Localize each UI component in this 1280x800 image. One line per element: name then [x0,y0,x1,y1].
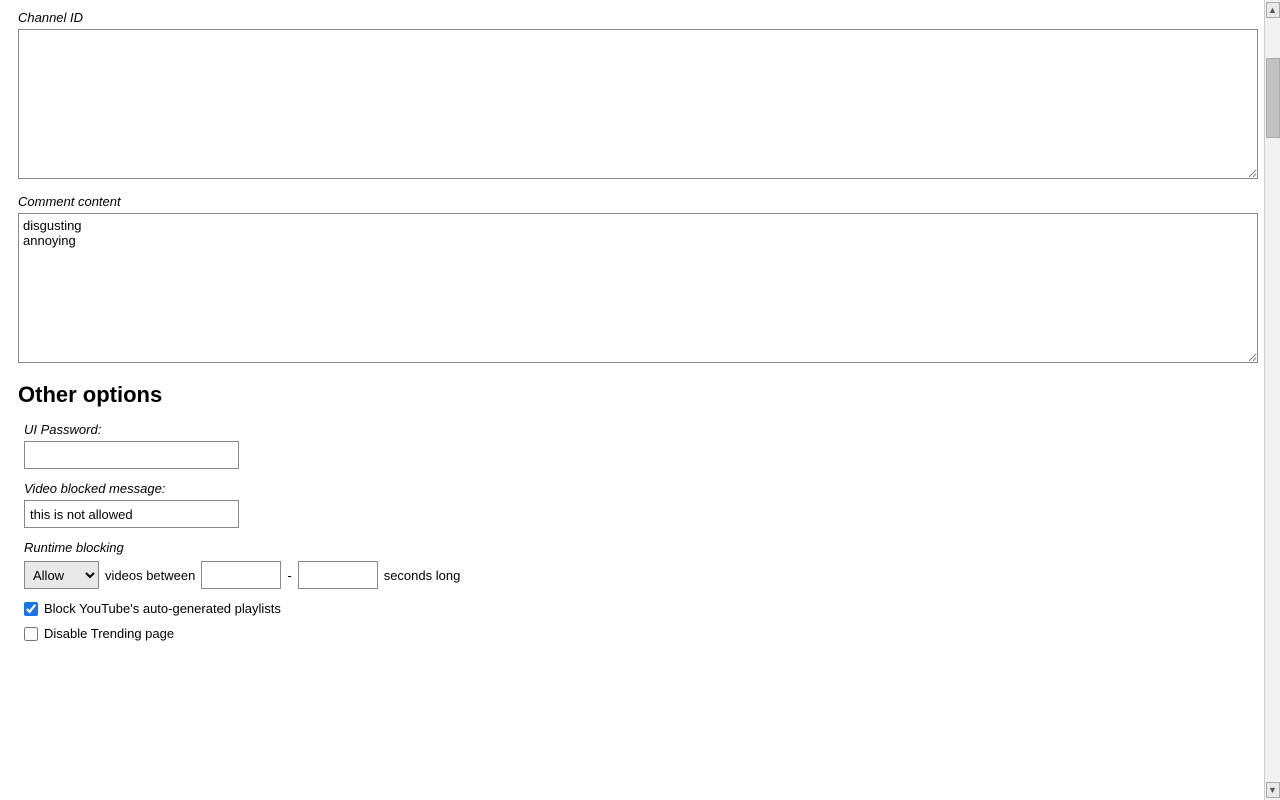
video-blocked-message-label: Video blocked message: [24,481,1262,496]
ui-password-section: UI Password: [24,422,1262,469]
disable-trending-checkbox[interactable] [24,627,38,641]
video-blocked-message-section: Video blocked message: [24,481,1262,528]
range-separator: - [287,568,291,583]
block-playlists-row: Block YouTube's auto-generated playlists [24,601,1262,616]
ui-password-input[interactable] [24,441,239,469]
disable-trending-row: Disable Trending page [24,626,1262,641]
videos-between-text: videos between [105,568,195,583]
page-container: Channel ID Comment content disgusting an… [0,0,1280,661]
other-options-heading: Other options [18,382,1262,408]
channel-id-textarea[interactable] [18,29,1258,179]
range-max-input[interactable] [298,561,378,589]
other-options-section: UI Password: Video blocked message: Runt… [18,422,1262,641]
channel-id-section: Channel ID [18,10,1262,182]
runtime-blocking-section: Runtime blocking Allow Block videos betw… [24,540,1262,589]
comment-content-label: Comment content [18,194,1262,209]
scrollbar-arrow-up[interactable]: ▲ [1266,2,1280,18]
scrollbar-track: ▲ ▼ [1264,0,1280,800]
allow-select[interactable]: Allow Block [24,561,99,589]
video-blocked-message-input[interactable] [24,500,239,528]
scrollbar-thumb[interactable] [1266,58,1280,138]
comment-content-textarea[interactable]: disgusting annoying [18,213,1258,363]
runtime-blocking-label: Runtime blocking [24,540,1262,555]
range-min-input[interactable] [201,561,281,589]
runtime-blocking-row: Allow Block videos between - seconds lon… [24,561,1262,589]
channel-id-label: Channel ID [18,10,1262,25]
scrollbar-arrow-down[interactable]: ▼ [1266,782,1280,798]
block-playlists-label[interactable]: Block YouTube's auto-generated playlists [44,601,281,616]
disable-trending-label[interactable]: Disable Trending page [44,626,174,641]
comment-content-section: Comment content disgusting annoying [18,194,1262,366]
block-playlists-checkbox[interactable] [24,602,38,616]
seconds-long-text: seconds long [384,568,461,583]
ui-password-label: UI Password: [24,422,1262,437]
